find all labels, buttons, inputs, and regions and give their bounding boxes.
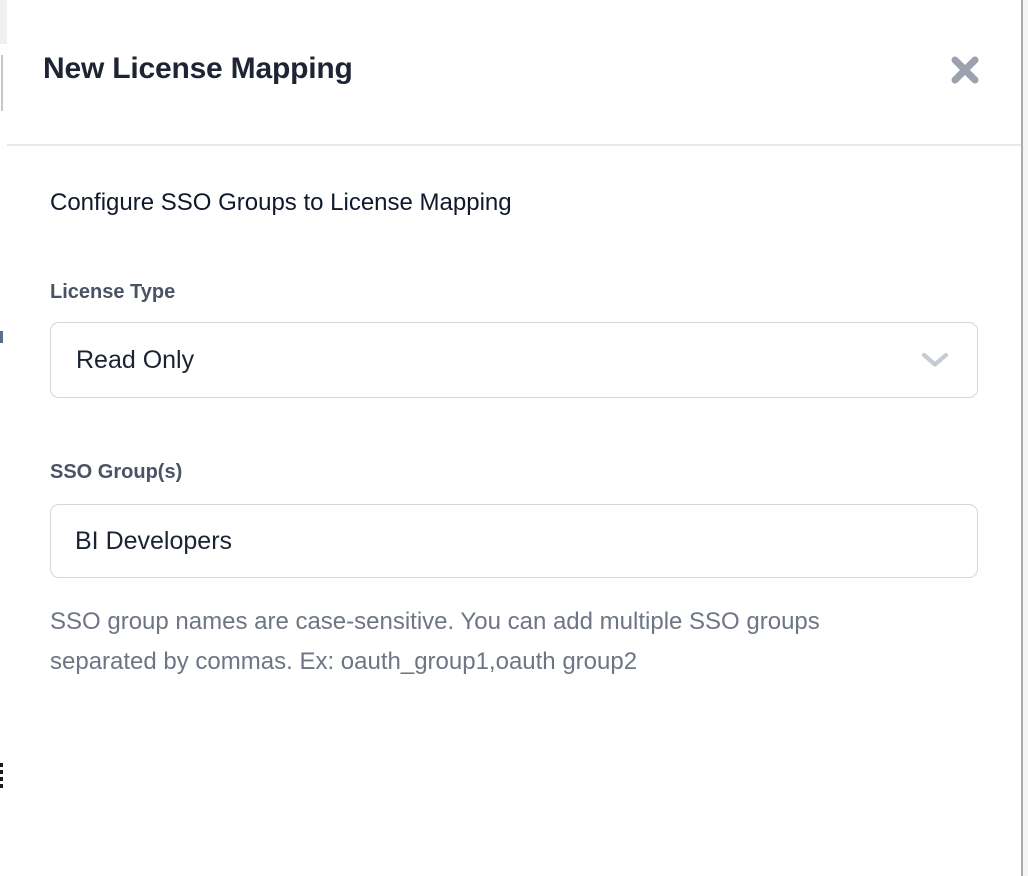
close-icon (949, 54, 981, 86)
modal-title: New License Mapping (43, 52, 353, 86)
page-backdrop-right (1023, 0, 1028, 876)
page-edge-text-artifact (0, 777, 3, 781)
sso-groups-label: SSO Group(s) (50, 460, 976, 484)
modal-body: Configure SSO Groups to License Mapping … (7, 188, 1021, 682)
license-type-select[interactable]: Read Only (50, 322, 978, 398)
page-edge-text-artifact (0, 784, 3, 788)
page-edge-artifact (0, 331, 3, 343)
screen: New License Mapping Configure SSO Groups… (0, 0, 1028, 876)
sso-groups-helper-text: SSO group names are case-sensitive. You … (50, 602, 895, 682)
page-backdrop-corner (0, 0, 7, 44)
page-edge-text-artifact (0, 770, 3, 774)
new-license-mapping-modal: New License Mapping Configure SSO Groups… (7, 0, 1023, 876)
sso-groups-input[interactable] (50, 504, 978, 578)
modal-header: New License Mapping (7, 0, 1021, 146)
page-edge-text-artifact (0, 763, 3, 767)
modal-subtitle: Configure SSO Groups to License Mapping (50, 188, 976, 218)
close-button[interactable] (945, 50, 985, 90)
chevron-down-icon (921, 352, 949, 368)
page-edge-artifact (1, 55, 3, 111)
license-type-label: License Type (50, 280, 976, 304)
license-type-selected-value: Read Only (76, 346, 194, 375)
